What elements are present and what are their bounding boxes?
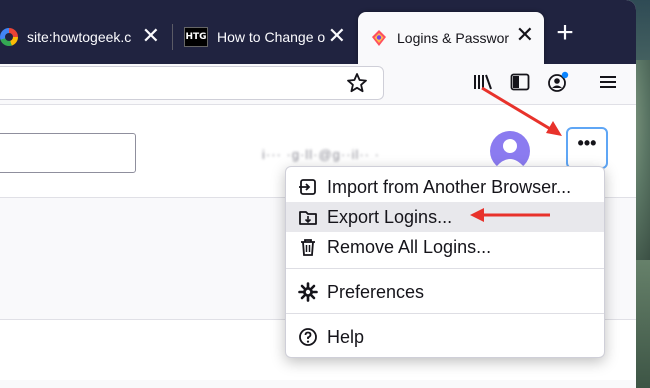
- export-icon: [299, 211, 317, 225]
- menu-divider: [286, 313, 604, 314]
- sidebar-icon[interactable]: [508, 70, 532, 94]
- tab-separator: [172, 24, 173, 50]
- menu-item-help[interactable]: Help: [286, 322, 604, 352]
- import-icon: [299, 179, 316, 195]
- tab-google-search[interactable]: site:howtogeek.c ✕: [0, 13, 170, 61]
- library-icon[interactable]: [470, 70, 494, 94]
- tab-howtogeek-article[interactable]: HTG How to Change o ✕: [176, 13, 356, 61]
- tab-title: site:howtogeek.c: [27, 29, 132, 45]
- menu-divider: [286, 268, 604, 269]
- logins-options-menu: Import from Another Browser... Export Lo…: [285, 166, 605, 358]
- gear-icon: [298, 282, 318, 302]
- account-icon[interactable]: [546, 70, 570, 94]
- tab-title: Logins & Passwor: [397, 30, 510, 46]
- help-icon: [299, 328, 317, 346]
- nav-toolbar: [0, 64, 636, 105]
- tab-strip: site:howtogeek.c ✕ HTG How to Change o ✕…: [0, 0, 636, 64]
- plus-icon[interactable]: +: [551, 18, 579, 48]
- avatar[interactable]: [490, 131, 530, 171]
- menu-item-export[interactable]: Export Logins...: [286, 202, 604, 232]
- tab-title: How to Change o: [217, 29, 326, 45]
- user-avatar-icon: [496, 139, 524, 167]
- menu-item-label: Remove All Logins...: [327, 236, 492, 257]
- tab-logins-passwords[interactable]: Logins & Passwor ✕: [358, 12, 544, 64]
- bookmark-star-icon[interactable]: [345, 71, 369, 95]
- more-options-button[interactable]: •••: [566, 127, 608, 169]
- menu-item-label: Preferences: [327, 281, 425, 302]
- tab-close-icon[interactable]: ✕: [142, 25, 160, 47]
- user-email: i··· ·g·ll·@g··il·· ·: [262, 147, 380, 162]
- menu-item-label: Export Logins...: [327, 206, 453, 227]
- lockwise-icon: [372, 30, 386, 46]
- menu-item-import[interactable]: Import from Another Browser...: [286, 172, 604, 202]
- tab-close-icon[interactable]: ✕: [328, 25, 346, 47]
- google-icon: [0, 28, 18, 46]
- browser-window: site:howtogeek.c ✕ HTG How to Change o ✕…: [0, 0, 636, 388]
- htg-icon: HTG: [184, 27, 208, 47]
- filter-logins-input[interactable]: [0, 133, 136, 173]
- menu-item-label: Help: [327, 326, 365, 347]
- trash-icon: [301, 239, 315, 256]
- menu-item-label: Import from Another Browser...: [327, 176, 572, 197]
- tab-close-icon[interactable]: ✕: [516, 24, 534, 46]
- menu-item-remove-all[interactable]: Remove All Logins...: [286, 232, 604, 262]
- url-bar[interactable]: [0, 66, 384, 100]
- hamburger-menu-icon[interactable]: [596, 70, 620, 94]
- menu-item-preferences[interactable]: Preferences: [286, 277, 604, 307]
